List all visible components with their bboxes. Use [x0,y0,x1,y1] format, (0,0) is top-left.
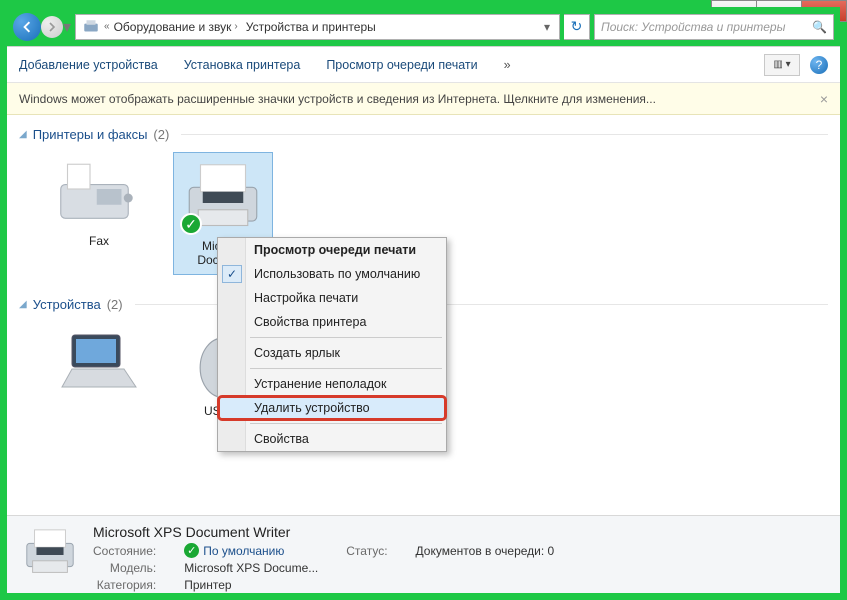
details-pane: Microsoft XPS Document Writer Состояние:… [7,515,840,593]
ctx-item-printer-properties[interactable]: Свойства принтера [218,310,446,334]
details-title: Microsoft XPS Document Writer [93,524,554,540]
details-category-value: Принтер [184,578,318,592]
check-icon: ✓ [184,543,199,558]
details-category-label: Категория: [93,578,156,592]
details-status-value: Документов в очереди: 0 [416,544,555,558]
help-button[interactable]: ? [810,56,828,74]
fax-icon [54,152,144,232]
breadcrumb-seg-devices-printers[interactable]: Устройства и принтеры [242,15,380,39]
printer-icon: ✓ [178,157,268,237]
ctx-separator [250,337,442,338]
nav-back-button[interactable] [13,13,41,41]
add-device-link[interactable]: Добавление устройства [19,58,158,72]
printer-context-menu: Просмотр очереди печати ✓ Использовать п… [217,237,447,452]
refresh-button[interactable]: ↻ [564,14,590,40]
ctx-item-view-queue[interactable]: Просмотр очереди печати [218,238,446,262]
add-printer-link[interactable]: Установка принтера [184,58,301,72]
info-banner-text: Windows может отображать расширенные зна… [19,92,656,106]
ctx-item-print-setup[interactable]: Настройка печати [218,286,446,310]
search-input[interactable]: Поиск: Устройства и принтеры 🔍 [594,14,834,40]
ctx-separator [250,368,442,369]
laptop-icon [54,322,144,402]
ctx-item-create-shortcut[interactable]: Создать ярлык [218,341,446,365]
ctx-item-properties[interactable]: Свойства [218,427,446,451]
group-header-printers[interactable]: ◢ Принтеры и факсы (2) [19,127,828,142]
details-printer-icon [21,524,79,582]
view-options-button[interactable]: ▥ ▾ [764,54,800,76]
info-banner[interactable]: Windows может отображать расширенные зна… [7,83,840,115]
ctx-item-troubleshoot[interactable]: Устранение неполадок [218,372,446,396]
explorer-window: – ▢ ✕ ▾ « Оборудование и звук› Устройств… [0,0,847,600]
ctx-item-remove-device[interactable]: Удалить устройство [218,396,446,420]
nav-forward-button[interactable] [41,16,63,38]
search-placeholder: Поиск: Устройства и принтеры [601,20,785,34]
collapse-icon: ◢ [19,129,27,140]
details-model-label: Модель: [93,561,156,575]
address-bar[interactable]: « Оборудование и звук› Устройства и прин… [75,14,560,40]
ctx-separator [250,423,442,424]
device-label: Fax [89,234,109,248]
search-icon: 🔍 [812,20,827,34]
details-model-value: Microsoft XPS Docume... [184,561,318,575]
navigation-bar: ▾ « Оборудование и звук› Устройства и пр… [7,7,840,47]
nav-back-forward: ▾ [13,12,71,42]
collapse-icon: ◢ [19,299,27,310]
device-fax[interactable]: Fax [49,152,149,275]
ctx-item-set-default[interactable]: ✓ Использовать по умолчанию [218,262,446,286]
more-commands-button[interactable]: » [504,58,511,72]
details-status-label: Статус: [346,544,387,558]
details-state-value: ✓ По умолчанию [184,543,318,558]
details-state-label: Состояние: [93,544,156,558]
info-banner-close[interactable]: × [820,91,828,107]
devices-printers-icon [82,18,100,36]
nav-history-dropdown[interactable]: ▾ [63,13,73,41]
device-laptop[interactable] [49,322,149,418]
check-icon: ✓ [222,265,242,283]
breadcrumb-seg-hardware-sound[interactable]: Оборудование и звук› [110,15,242,39]
default-check-badge: ✓ [180,213,202,235]
view-print-queue-link[interactable]: Просмотр очереди печати [326,58,477,72]
address-dropdown[interactable]: ▾ [537,20,557,34]
command-bar: Добавление устройства Установка принтера… [7,47,840,83]
